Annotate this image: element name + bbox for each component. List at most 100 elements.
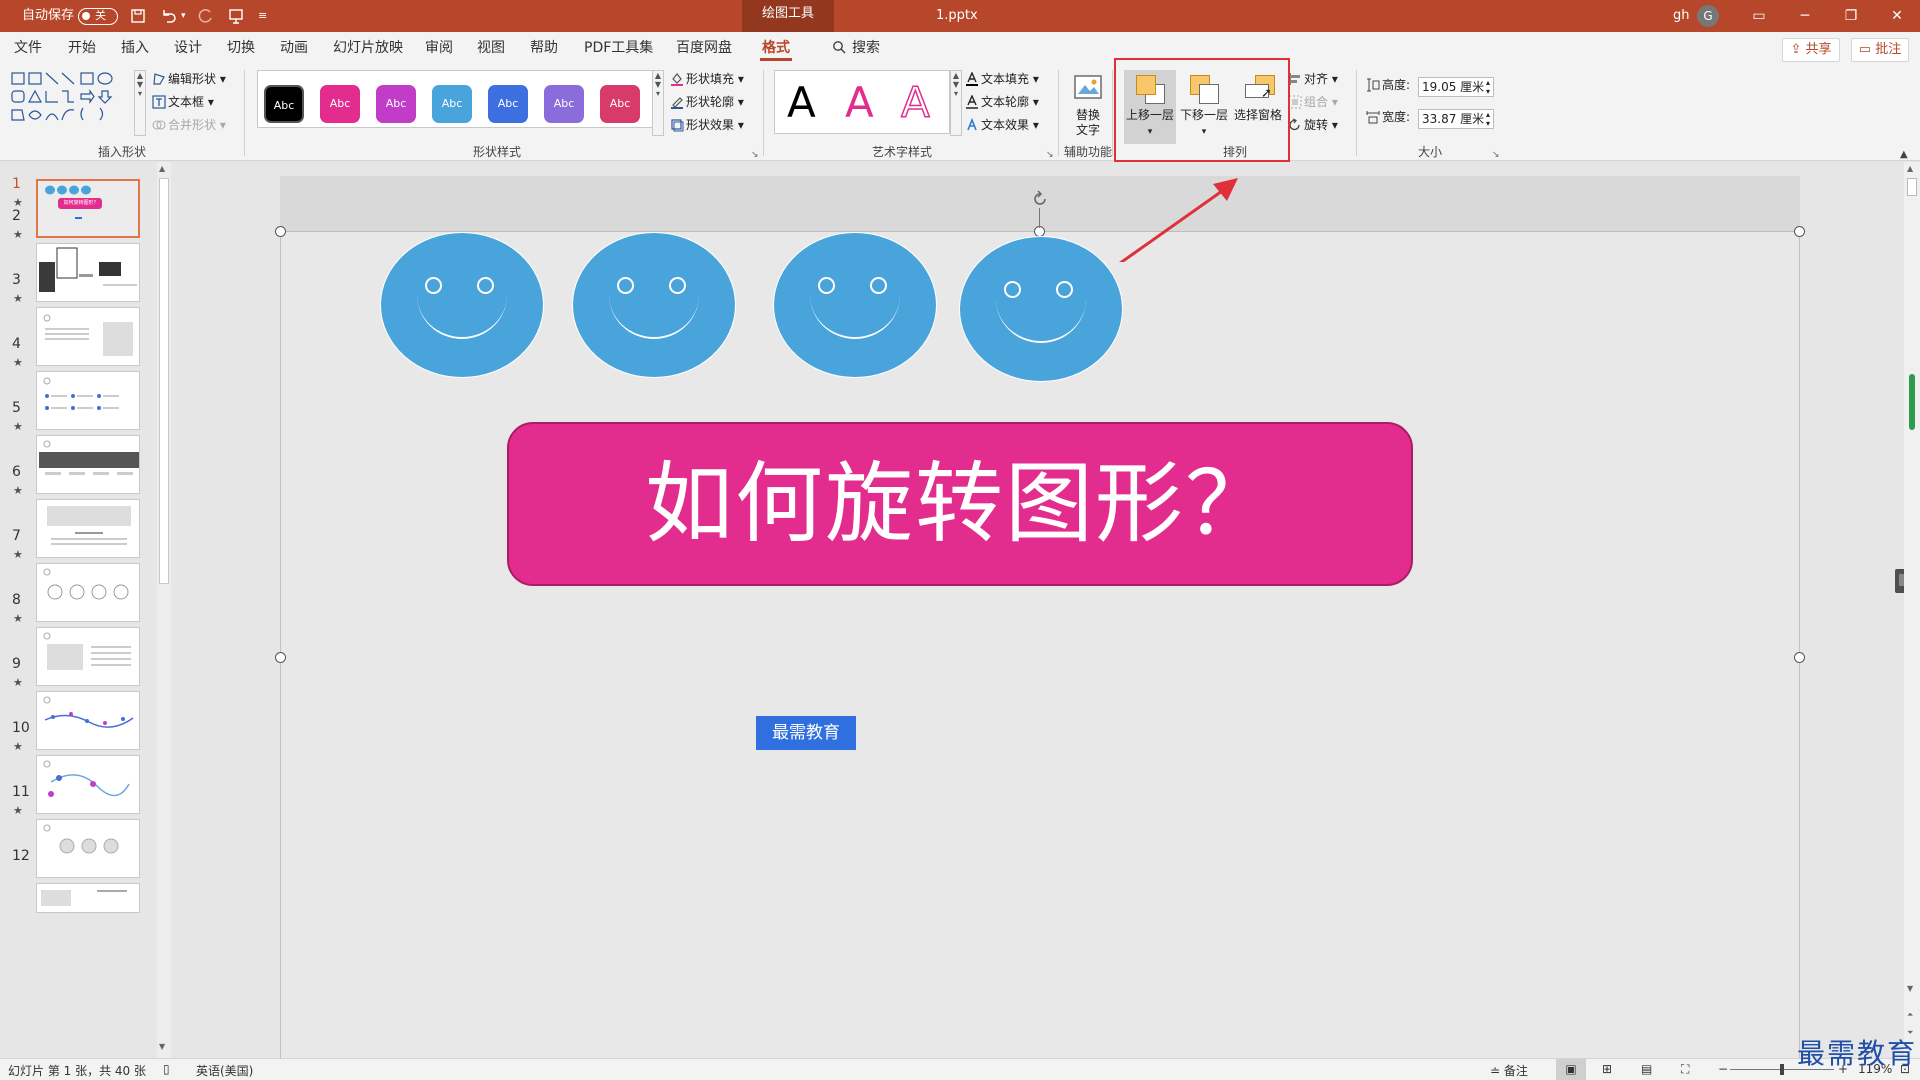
tab-transitions[interactable]: 切换 — [227, 32, 255, 64]
spell-check-icon[interactable]: ▯ — [163, 1062, 170, 1076]
slide-title-shape[interactable]: 如何旋转图形？ — [507, 422, 1413, 586]
shape-effects-button[interactable]: 形状效果 ▾ — [670, 116, 744, 134]
shape-outline-button[interactable]: 形状轮廓 ▾ — [670, 93, 744, 111]
slide-thumbnail-9[interactable] — [36, 691, 140, 750]
group-objects-button[interactable]: 组合 ▾ — [1288, 93, 1338, 111]
tab-baidu-netdisk[interactable]: 百度网盘 — [676, 32, 732, 64]
resize-handle[interactable] — [1794, 226, 1805, 237]
redo-icon[interactable] — [198, 0, 214, 32]
alt-text-button[interactable]: 替换文字 — [1062, 70, 1114, 140]
tab-review[interactable]: 审阅 — [425, 32, 453, 64]
resize-handle[interactable] — [275, 226, 286, 237]
height-input[interactable]: 19.05 厘米 ▴ ▾ — [1418, 77, 1494, 97]
slide-thumbnail-12[interactable] — [36, 883, 140, 913]
tab-insert[interactable]: 插入 — [121, 32, 149, 64]
slide-thumbnail-7[interactable] — [36, 563, 140, 622]
shape-style-swatch[interactable]: Abc — [544, 85, 584, 123]
thumbnail-scroll-thumb[interactable] — [159, 178, 169, 584]
wordart-gallery-scroll[interactable]: ▲ ▼ ▾ — [950, 70, 962, 136]
undo-dropdown-icon[interactable]: ▾ — [181, 0, 186, 32]
tab-format[interactable]: 格式 — [760, 32, 792, 64]
text-fill-button[interactable]: 文本填充 ▾ — [965, 70, 1039, 88]
edit-shape-button[interactable]: 编辑形状 ▾ — [152, 70, 226, 88]
text-outline-button[interactable]: 文本轮廓 ▾ — [965, 93, 1039, 111]
shape-style-swatch[interactable]: Abc — [432, 85, 472, 123]
shape-style-swatch[interactable]: Abc — [600, 85, 640, 123]
autosave-toggle[interactable]: 关 — [78, 8, 118, 25]
tab-design[interactable]: 设计 — [174, 32, 202, 64]
shape-style-swatch[interactable]: Abc — [264, 85, 304, 123]
slide-sorter-icon[interactable]: ⊞ — [1602, 1062, 1612, 1076]
slide-editing-area[interactable]: 如何旋转图形？ 最需教育 S ▾ — [176, 162, 1904, 1058]
shape-style-gallery[interactable]: Abc Abc Abc Abc Abc Abc Abc — [257, 70, 653, 128]
tab-home[interactable]: 开始 — [68, 32, 96, 64]
slide-thumbnail-8[interactable] — [36, 627, 140, 686]
scroll-up-icon[interactable]: ▲ — [159, 164, 165, 173]
wordart-style-black[interactable]: A — [787, 75, 816, 131]
zoom-slider-thumb[interactable] — [1780, 1064, 1784, 1075]
ime-floating-toolbar[interactable]: S ▾ — [1895, 569, 1904, 593]
shapes-gallery-scroll[interactable]: ▲ ▼ ▾ — [134, 70, 146, 136]
brand-label-box[interactable]: 最需教育 — [756, 716, 856, 750]
slide-vertical-scrollbar[interactable]: ▲ ▼ ⏶ ⏷ — [1904, 162, 1920, 1058]
text-effects-button[interactable]: 文本效果 ▾ — [965, 116, 1039, 134]
notes-button[interactable]: ≐ 备注 — [1490, 1062, 1528, 1079]
slide-thumbnail-2[interactable] — [36, 243, 140, 302]
slide-thumbnail-1[interactable]: 如何旋转图形？ — [36, 179, 140, 238]
search-box[interactable]: 搜索 — [832, 32, 880, 64]
reading-view-icon[interactable]: ▤ — [1641, 1062, 1652, 1076]
smiley-face-shape[interactable] — [773, 232, 937, 378]
comments-button[interactable]: ▭ 批注 — [1851, 38, 1909, 62]
close-icon[interactable]: ✕ — [1874, 0, 1920, 32]
scroll-down-icon[interactable]: ▼ — [159, 1042, 165, 1051]
scroll-up-icon[interactable]: ▲ — [1907, 164, 1913, 173]
ribbon-display-icon[interactable]: ▭ — [1736, 0, 1782, 32]
present-icon[interactable] — [228, 0, 244, 32]
vertical-scroll-thumb[interactable] — [1907, 178, 1917, 196]
text-box-button[interactable]: 文本框 ▾ — [152, 93, 214, 111]
wordart-style-pink[interactable]: A — [845, 75, 874, 131]
thumbnail-scrollbar[interactable]: ▲ ▼ — [157, 162, 171, 1058]
slide-thumbnail-6[interactable] — [36, 499, 140, 558]
slide-thumbnail-3[interactable] — [36, 307, 140, 366]
save-icon[interactable] — [130, 0, 146, 32]
restore-icon[interactable]: ❐ — [1828, 0, 1874, 32]
normal-view-icon[interactable]: ▣ — [1556, 1059, 1586, 1080]
shape-style-swatch[interactable]: Abc — [376, 85, 416, 123]
slide-thumbnail-4[interactable] — [36, 371, 140, 430]
resize-handle[interactable] — [1794, 652, 1805, 663]
shape-style-swatch[interactable]: Abc — [320, 85, 360, 123]
previous-slide-icon[interactable]: ⏶ — [1907, 1010, 1913, 1020]
slideshow-view-icon[interactable]: ⛶ — [1681, 1062, 1689, 1077]
undo-icon[interactable] — [160, 0, 178, 32]
slide-thumbnail-11[interactable] — [36, 819, 140, 878]
scroll-down-icon[interactable]: ▼ — [1907, 984, 1913, 993]
tab-file[interactable]: 文件 — [14, 32, 42, 64]
tab-animations[interactable]: 动画 — [280, 32, 308, 64]
merge-shapes-button[interactable]: 合并形状 ▾ — [152, 116, 226, 134]
customize-qat-icon[interactable]: ≡ — [258, 0, 267, 32]
rotate-button[interactable]: 旋转 ▾ — [1288, 116, 1338, 134]
shape-style-gallery-scroll[interactable]: ▲ ▼ ▾ — [652, 70, 664, 136]
resize-handle[interactable] — [275, 652, 286, 663]
shapes-gallery[interactable] — [10, 70, 142, 138]
user-name[interactable]: gh — [1673, 0, 1690, 32]
tab-view[interactable]: 视图 — [477, 32, 505, 64]
width-input[interactable]: 33.87 厘米 ▴ ▾ — [1418, 109, 1494, 129]
avatar[interactable]: G — [1697, 5, 1719, 27]
share-button[interactable]: ⇪ 共享 — [1782, 38, 1840, 62]
slide-thumbnail-10[interactable] — [36, 755, 140, 814]
smiley-face-shape[interactable] — [572, 232, 736, 378]
tab-slideshow[interactable]: 幻灯片放映 — [333, 32, 403, 64]
smiley-face-shape[interactable] — [380, 232, 544, 378]
zoom-out-icon[interactable]: − — [1718, 1062, 1728, 1076]
tab-pdf-tools[interactable]: PDF工具集 — [584, 32, 653, 64]
minimize-icon[interactable]: ─ — [1782, 0, 1828, 32]
wordart-gallery[interactable]: A A A — [774, 70, 950, 134]
align-button[interactable]: 对齐 ▾ — [1288, 70, 1338, 88]
language-indicator[interactable]: 英语(美国) — [196, 1062, 253, 1079]
wordart-style-outline[interactable]: A — [900, 75, 930, 131]
shape-style-swatch[interactable]: Abc — [488, 85, 528, 123]
slide-thumbnail-5[interactable] — [36, 435, 140, 494]
tab-help[interactable]: 帮助 — [530, 32, 558, 64]
